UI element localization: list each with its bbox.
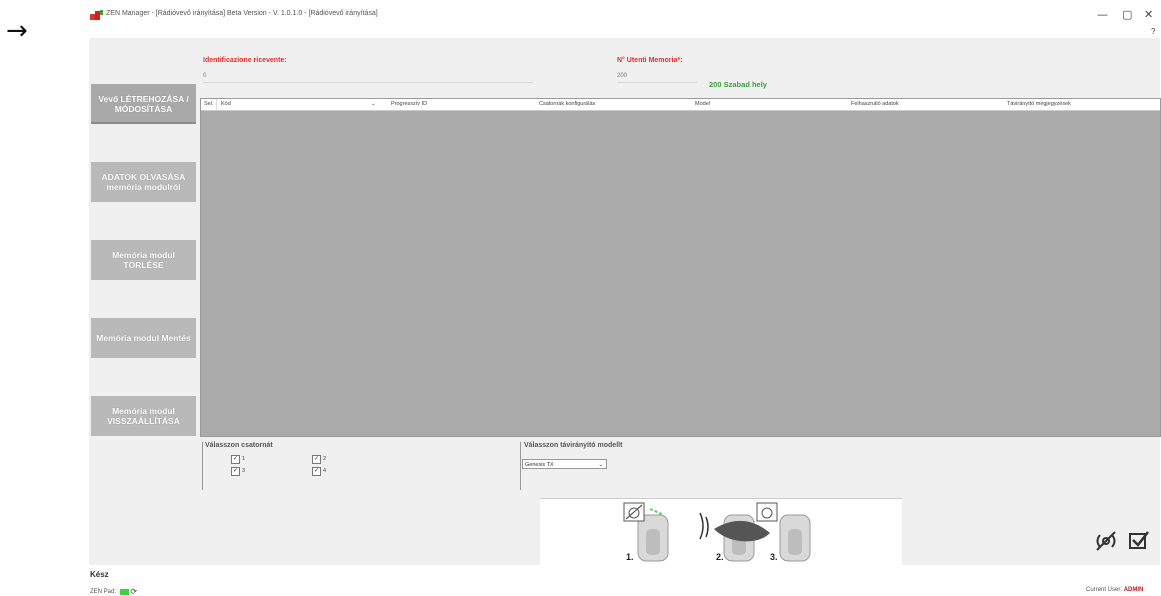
help-button[interactable]: ? [1151, 27, 1155, 36]
window-title: ZEN Manager - [Rádióvevő irányítása] Bet… [106, 10, 378, 17]
channel-1-label: 1 [242, 456, 246, 462]
channel-2-label: 2 [323, 456, 327, 462]
app-logo-icon [90, 10, 103, 20]
column-header-user-data[interactable]: Felhasználó adatok [851, 101, 899, 107]
chevron-down-icon: ⌄ [598, 462, 603, 468]
sidebar-item-save-memory[interactable]: Memória modul Mentés [91, 318, 196, 358]
column-header-model[interactable]: Model [695, 101, 710, 107]
step-1-label: 1. [626, 552, 634, 562]
sidebar-item-label: ADATOK OLVASÁSA memória modulról [101, 172, 186, 192]
receiver-id-input[interactable]: 0 [203, 73, 206, 79]
zenpad-status: ZEN Pad: ⟳ [90, 587, 137, 596]
column-separator [216, 99, 217, 110]
restore-button[interactable]: ▢ [1122, 8, 1132, 21]
model-section-border [520, 442, 521, 490]
channel-4-checkbox[interactable]: ✓ [312, 467, 321, 476]
sidebar-item-label: Memória modul VISSZAÁLLÍTÁSA [107, 406, 180, 426]
receiver-data-grid[interactable]: Sel. Kód ⌄ Progresszív ID Csatornák konf… [200, 98, 1161, 437]
receiver-id-underline [203, 82, 533, 83]
channel-3-label: 3 [242, 468, 246, 474]
step-2-label: 2. [716, 552, 724, 562]
sort-arrow-icon: ⌄ [371, 101, 376, 107]
refresh-icon[interactable]: ⟳ [130, 587, 137, 596]
sidebar-item-label: Memória modul TÖRLÉSE [112, 250, 175, 270]
sidebar-item-create-receiver[interactable]: Vevő LÉTREHOZÁSA / MÓDOSÍTÁSA [91, 84, 196, 124]
model-select[interactable]: Genesis TX ⌄ [522, 459, 607, 469]
memory-users-underline [617, 82, 697, 83]
sidebar-item-delete-memory[interactable]: Memória modul TÖRLÉSE [91, 240, 196, 280]
model-select-value: Genesis TX [525, 462, 554, 468]
column-header-channel-config[interactable]: Csatornák konfigurálás [539, 101, 595, 107]
confirm-check-icon[interactable] [1128, 530, 1150, 550]
channel-1-checkbox[interactable]: ✓ [231, 455, 240, 464]
sidebar-item-read-memory[interactable]: ADATOK OLVASÁSA memória modulról [91, 162, 196, 202]
minimize-button[interactable]: — [1097, 8, 1108, 21]
arrow-indicator: → [6, 16, 28, 46]
sidebar-item-restore-memory[interactable]: Memória modul VISSZAÁLLÍTÁSA [91, 396, 196, 436]
no-signal-icon[interactable] [1094, 530, 1118, 552]
status-ready-text: Kész [90, 570, 109, 579]
channel-section-border [202, 442, 203, 490]
current-user-value: ADMIN [1123, 587, 1144, 593]
model-section-title: Válasszon távirányító modellt [524, 442, 623, 449]
pairing-illustration: 1. 2. 3. [540, 498, 902, 565]
sidebar-item-label: Memória modul Mentés [96, 333, 191, 343]
column-header-sel[interactable]: Sel. [204, 101, 213, 107]
close-button[interactable]: ✕ [1144, 8, 1153, 21]
free-slots-text: 200 Szabad hely [709, 80, 767, 89]
current-user-label: Current User: [1086, 587, 1123, 593]
channel-section-title: Válasszon csatornát [205, 442, 273, 449]
memory-users-input[interactable]: 200 [617, 73, 627, 79]
column-header-progressive-id[interactable]: Progresszív ID [391, 101, 427, 107]
grid-header: Sel. Kód ⌄ Progresszív ID Csatornák konf… [201, 99, 1160, 111]
channel-2-checkbox[interactable]: ✓ [312, 455, 321, 464]
column-header-remote-notes[interactable]: Távirányító megjegyzések [1007, 101, 1071, 107]
step-3-label: 3. [770, 552, 778, 562]
memory-users-label: N° Utenti Memoria*: [617, 57, 683, 64]
sidebar-item-label: Vevő LÉTREHOZÁSA / MÓDOSÍTÁSA [98, 94, 189, 114]
current-user-status: Current User: ADMIN [1086, 587, 1143, 593]
zenpad-label: ZEN Pad: [90, 589, 117, 596]
channel-3-checkbox[interactable]: ✓ [231, 467, 240, 476]
channel-4-label: 4 [323, 468, 327, 474]
receiver-id-label: Identificazione ricevente: [203, 57, 287, 64]
column-header-code[interactable]: Kód [221, 101, 231, 107]
